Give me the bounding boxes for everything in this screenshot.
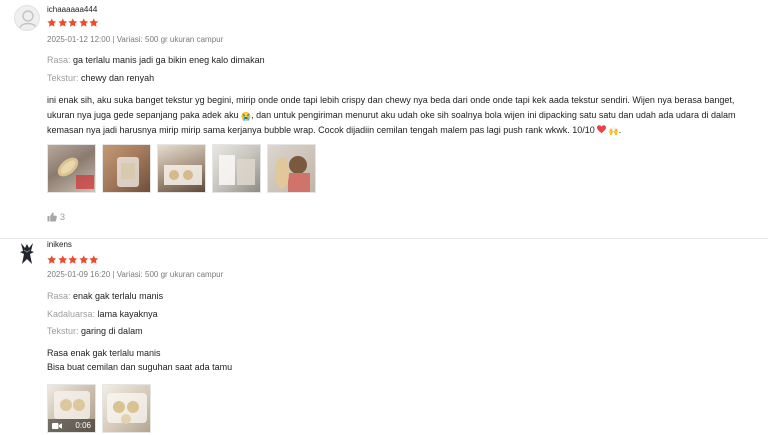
review-item: ichaaaaaa444 2025-01-12 12:00 | Variasi:… [0, 0, 768, 240]
attribute-row: Kadaluarsa: lama kayaknya [47, 309, 158, 319]
review-item: inikens 2025-01-09 16:20 | Variasi: 500 … [0, 239, 768, 435]
like-button[interactable]: 3 [47, 212, 65, 222]
star-icon [57, 255, 67, 264]
photo-content-icon [107, 393, 147, 424]
review-photo[interactable] [212, 144, 261, 193]
review-body: Rasa enak gak terlalu manis Bisa buat ce… [47, 346, 763, 374]
user-silhouette-icon [19, 10, 37, 29]
star-icon [68, 18, 78, 27]
star-icon [89, 18, 99, 27]
photo-content-icon [117, 157, 139, 187]
photo-content-icon [57, 157, 94, 189]
user-avatar-placeholder[interactable] [14, 5, 40, 31]
user-avatar[interactable] [14, 240, 40, 266]
attribute-row: Tekstur: garing di dalam [47, 326, 143, 336]
video-overlay-bar: 0:06 [48, 419, 95, 432]
reviewer-username: inikens [47, 240, 72, 249]
star-icon [78, 255, 88, 264]
star-icon [47, 18, 57, 27]
attribute-label: Rasa: [47, 291, 71, 301]
star-icon [78, 18, 88, 27]
star-icon [68, 255, 78, 264]
video-camera-icon [52, 422, 62, 429]
star-rating [47, 255, 99, 265]
review-photo[interactable] [47, 144, 96, 193]
review-body-line: Bisa buat cemilan dan suguhan saat ada t… [47, 362, 233, 372]
review-body-text: . [618, 125, 622, 135]
star-icon [57, 18, 67, 27]
review-photo[interactable] [102, 384, 151, 433]
attribute-label: Rasa: [47, 55, 71, 65]
photo-content-icon [275, 156, 310, 192]
review-media-list [47, 144, 316, 193]
star-rating [47, 18, 99, 28]
video-duration: 0:06 [75, 421, 91, 430]
star-icon [89, 255, 99, 264]
review-video[interactable]: 0:06 [47, 384, 96, 433]
crying-face-emoji: 😭 [241, 112, 252, 121]
attribute-value: lama kayaknya [97, 309, 158, 319]
attribute-value: enak gak terlalu manis [73, 291, 164, 301]
photo-content-icon [164, 165, 202, 185]
dark-character-avatar-icon [20, 243, 34, 264]
attribute-label: Kadaluarsa: [47, 309, 96, 319]
attribute-row: Rasa: enak gak terlalu manis [47, 291, 163, 301]
raising-hands-emoji: 🙌 [608, 127, 619, 136]
attribute-row: Tekstur: chewy dan renyah [47, 73, 154, 83]
like-count: 3 [60, 212, 66, 222]
attribute-row: Rasa: ga terlalu manis jadi ga bikin ene… [47, 55, 265, 65]
attribute-value: garing di dalam [81, 326, 143, 336]
reviewer-username: ichaaaaaa444 [47, 5, 98, 14]
red-heart-icon [597, 125, 607, 134]
review-body-line: Rasa enak gak terlalu manis [47, 348, 161, 358]
review-date-variant: 2025-01-09 16:20 | Variasi: 500 gr ukura… [47, 270, 224, 279]
attribute-value: ga terlalu manis jadi ga bikin eneg kalo… [73, 55, 265, 65]
thumbs-up-icon [47, 212, 57, 222]
review-photo[interactable] [157, 144, 206, 193]
attribute-label: Tekstur: [47, 326, 79, 336]
star-icon [47, 255, 57, 264]
review-photo[interactable] [102, 144, 151, 193]
photo-content-icon [219, 155, 255, 185]
review-body: ini enak sih, aku suka banget tekstur yg… [47, 93, 763, 138]
review-photo[interactable] [267, 144, 316, 193]
review-media-list: 0:06 [47, 384, 151, 433]
attribute-value: chewy dan renyah [81, 73, 155, 83]
attribute-label: Tekstur: [47, 73, 79, 83]
review-date-variant: 2025-01-12 12:00 | Variasi: 500 gr ukura… [47, 35, 224, 44]
